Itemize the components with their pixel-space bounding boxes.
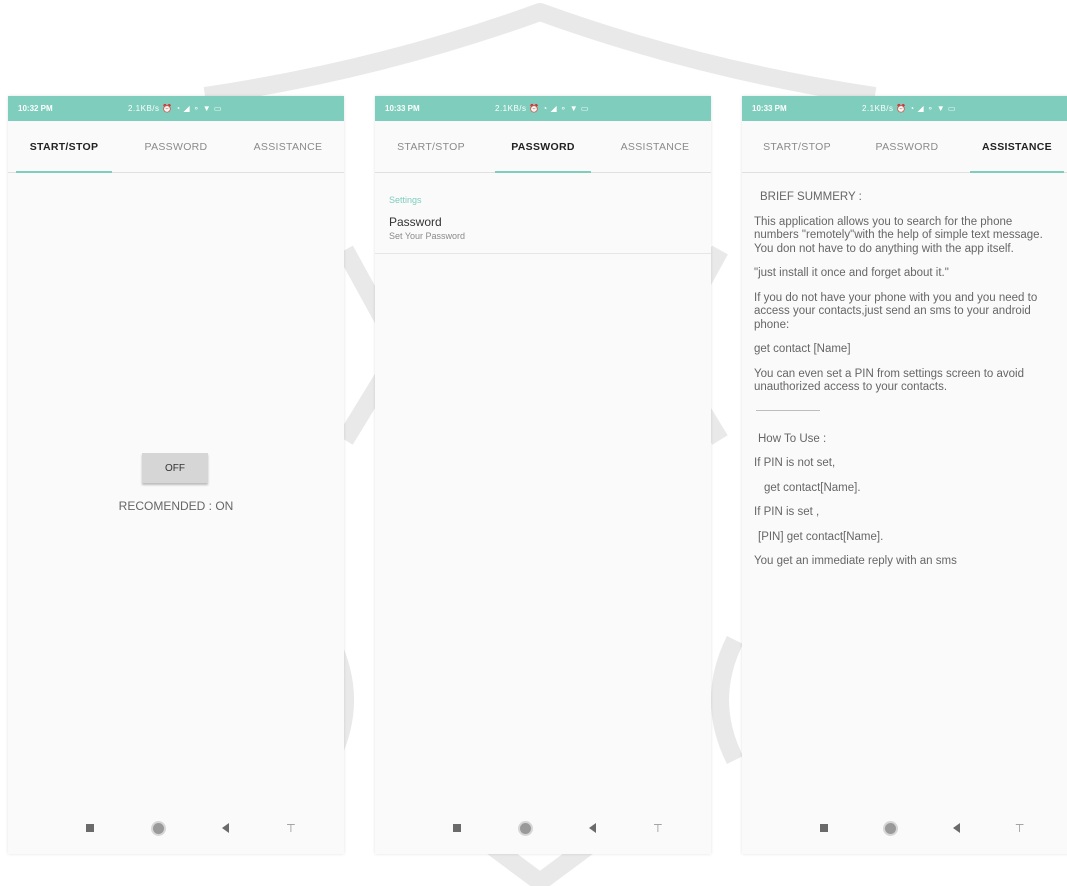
divider [756, 409, 820, 411]
tab-start-stop[interactable]: START/STOP [8, 121, 120, 173]
settings-section-header: Settings [389, 195, 422, 205]
back-icon[interactable] [952, 823, 960, 833]
assistance-paragraph: get contact [Name] [754, 343, 851, 355]
tab-start-stop[interactable]: START/STOP [742, 121, 852, 172]
tab-bar: START/STOP PASSWORD ASSISTANCE [742, 121, 1067, 173]
accessibility-icon[interactable]: ⊤ [286, 822, 296, 835]
back-icon[interactable] [589, 823, 597, 833]
status-icons: 2.1KB/s ⏰ ◔ ◢ ⚬ ▼ ▭ [495, 104, 589, 113]
tab-password[interactable]: PASSWORD [852, 121, 962, 172]
tab-bar: START/STOP PASSWORD ASSISTANCE [375, 121, 711, 173]
assistance-paragraph: If PIN is set , [754, 506, 820, 518]
recents-icon[interactable] [86, 824, 95, 832]
assistance-paragraph: get contact[Name]. [764, 481, 861, 494]
start-stop-content: OFF RECOMENDED : ON [8, 173, 344, 802]
status-bar: 10:33 PM 2.1KB/s ⏰ ◔ ◢ ⚬ ▼ ▭ [375, 96, 711, 121]
accessibility-icon[interactable]: ⊤ [1015, 822, 1025, 835]
brief-summary-heading: BRIEF SUMMERY : [760, 191, 862, 203]
assistance-paragraph: You can even set a PIN from settings scr… [754, 367, 1024, 394]
status-time: 10:33 PM [752, 104, 787, 113]
password-preference[interactable]: Password Set Your Password [375, 205, 711, 254]
nav-bar: ⊤ [8, 802, 344, 854]
recents-icon[interactable] [453, 824, 462, 832]
phone-screen-start-stop: 10:32 PM 2.1KB/s ⏰ ◔ ◢ ⚬ ▼ ▭ START/STOP … [8, 96, 344, 854]
password-preference-title: Password [389, 215, 442, 229]
service-toggle-button[interactable]: OFF [142, 453, 208, 483]
status-time: 10:32 PM [18, 104, 53, 113]
phone-screen-password: 10:33 PM 2.1KB/s ⏰ ◔ ◢ ⚬ ▼ ▭ START/STOP … [375, 96, 711, 854]
phone-screen-assistance: 10:33 PM 2.1KB/s ⏰ ◔ ◢ ⚬ ▼ ▭ START/STOP … [742, 96, 1067, 854]
tab-start-stop[interactable]: START/STOP [375, 121, 487, 172]
home-icon[interactable] [150, 820, 166, 836]
status-icons: 2.1KB/s ⏰ ◔ ◢ ⚬ ▼ ▭ [862, 104, 956, 113]
status-bar: 10:32 PM 2.1KB/s ⏰ ◔ ◢ ⚬ ▼ ▭ [8, 96, 344, 121]
status-time: 10:33 PM [385, 104, 420, 113]
tab-bar: START/STOP PASSWORD ASSISTANCE [8, 121, 344, 173]
password-preference-summary: Set Your Password [389, 231, 466, 241]
assistance-paragraph: You get an immediate reply with an sms [754, 555, 957, 567]
recommended-label: RECOMENDED : ON [118, 499, 234, 513]
tab-password[interactable]: PASSWORD [120, 121, 232, 172]
status-bar: 10:33 PM 2.1KB/s ⏰ ◔ ◢ ⚬ ▼ ▭ [742, 96, 1067, 121]
assistance-paragraph: If PIN is not set, [754, 457, 836, 469]
nav-bar: ⊤ [742, 802, 1067, 854]
tab-assistance[interactable]: ASSISTANCE [232, 121, 344, 172]
nav-bar: ⊤ [375, 802, 711, 854]
assistance-text: BRIEF SUMMERY : This application allows … [742, 173, 1067, 569]
assistance-paragraph: "just install it once and forget about i… [754, 267, 949, 279]
tab-password[interactable]: PASSWORD [487, 121, 599, 173]
home-icon[interactable] [517, 820, 533, 836]
status-icons: 2.1KB/s ⏰ ◔ ◢ ⚬ ▼ ▭ [128, 104, 222, 113]
recents-icon[interactable] [819, 824, 828, 832]
accessibility-icon[interactable]: ⊤ [653, 822, 663, 835]
tab-assistance[interactable]: ASSISTANCE [962, 121, 1067, 173]
how-to-use-heading: How To Use : [758, 432, 827, 445]
home-icon[interactable] [882, 820, 898, 836]
password-content: Settings Password Set Your Password [375, 173, 711, 802]
tab-assistance[interactable]: ASSISTANCE [599, 121, 711, 172]
assistance-paragraph: You don not have to do anything with the… [754, 242, 1014, 255]
assistance-paragraph: If you do not have your phone with you a… [754, 291, 1038, 331]
assistance-paragraph: This application allows you to search fo… [754, 215, 1043, 242]
back-icon[interactable] [222, 823, 230, 833]
assistance-paragraph: [PIN] get contact[Name]. [758, 530, 884, 543]
assistance-content[interactable]: BRIEF SUMMERY : This application allows … [742, 173, 1067, 802]
